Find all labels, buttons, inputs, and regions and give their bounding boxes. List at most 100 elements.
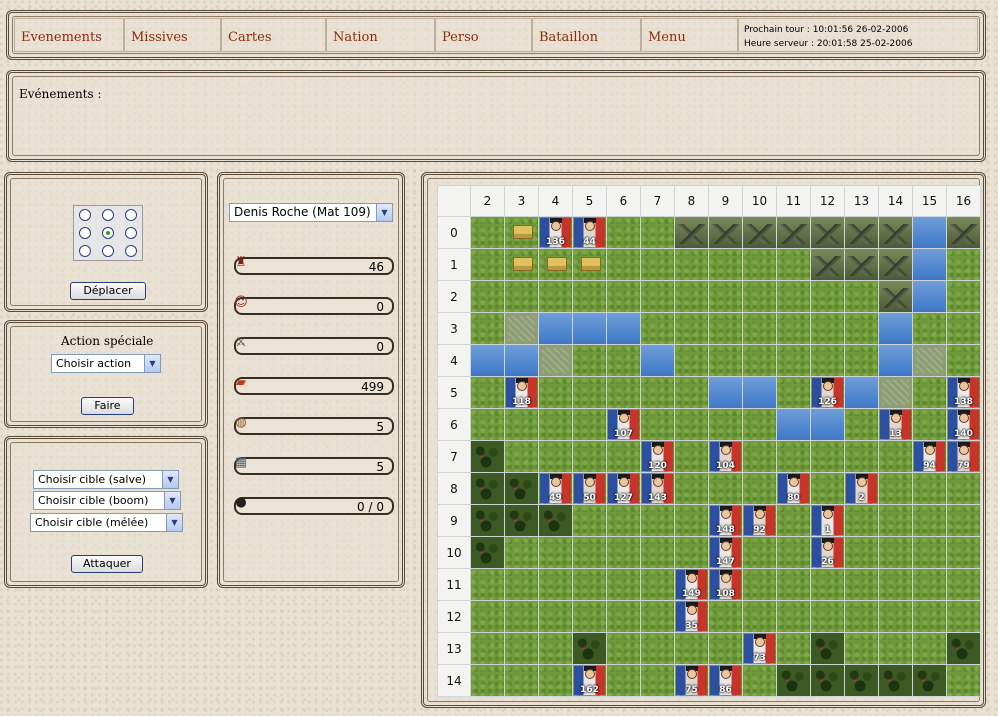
grass-tile[interactable] (845, 313, 878, 344)
grass-tile[interactable] (471, 665, 504, 696)
grass-tile[interactable] (913, 537, 946, 568)
grass-tile[interactable] (607, 537, 640, 568)
soldier-unit-icon[interactable]: 79 (948, 442, 979, 471)
grass-tile[interactable] (573, 377, 606, 408)
grass-tile[interactable] (471, 313, 504, 344)
grass-tile[interactable] (845, 345, 878, 376)
grass-tile[interactable] (607, 249, 640, 280)
grass-tile[interactable]: 86 (709, 665, 742, 696)
grass-tile[interactable] (947, 665, 980, 696)
grass-tile[interactable] (573, 601, 606, 632)
grass-tile[interactable] (505, 633, 538, 664)
menu-cartes[interactable]: Cartes (221, 18, 326, 52)
grass-tile[interactable] (743, 537, 776, 568)
grass-tile[interactable] (709, 409, 742, 440)
grass-tile[interactable] (913, 505, 946, 536)
soldier-unit-icon[interactable]: 50 (574, 474, 605, 503)
grass-tile[interactable] (913, 569, 946, 600)
soldier-unit-icon[interactable]: 92 (744, 506, 775, 535)
forest-tile[interactable] (505, 473, 538, 504)
grass-tile[interactable] (811, 441, 844, 472)
grass-tile[interactable]: 149 (675, 569, 708, 600)
mountain-tile[interactable] (675, 217, 708, 248)
grass-tile[interactable] (913, 377, 946, 408)
grass-tile[interactable] (811, 569, 844, 600)
fort-tile[interactable] (539, 249, 572, 280)
grass-tile[interactable] (777, 281, 810, 312)
direction-radio[interactable] (79, 245, 92, 257)
grass-tile[interactable] (607, 505, 640, 536)
grass-tile[interactable] (913, 409, 946, 440)
grass-tile[interactable] (947, 313, 980, 344)
grass-tile[interactable] (641, 281, 674, 312)
grass-tile[interactable] (947, 281, 980, 312)
target-boom-select[interactable]: Choisir cible (boom) ▼ (33, 491, 181, 510)
grass-tile[interactable]: 140 (947, 409, 980, 440)
grass-tile[interactable] (845, 569, 878, 600)
mountain-tile[interactable] (743, 217, 776, 248)
grass-tile[interactable] (573, 505, 606, 536)
grass-tile[interactable] (641, 313, 674, 344)
grass-tile[interactable] (641, 409, 674, 440)
forest-tile[interactable] (845, 665, 878, 696)
grass-tile[interactable]: 136 (539, 217, 572, 248)
soldier-unit-icon[interactable]: 73 (744, 634, 775, 663)
grass-tile[interactable] (743, 569, 776, 600)
mountain-tile[interactable] (845, 217, 878, 248)
grass-tile[interactable] (913, 473, 946, 504)
grass-tile[interactable] (607, 665, 640, 696)
target-salve-select[interactable]: Choisir cible (salve) ▼ (33, 470, 179, 489)
grass-tile[interactable] (709, 345, 742, 376)
grass-tile[interactable] (505, 601, 538, 632)
direction-radio[interactable] (101, 227, 114, 239)
grass-tile[interactable] (539, 601, 572, 632)
water-tile[interactable] (607, 313, 640, 344)
soldier-unit-icon[interactable]: 136 (540, 218, 571, 247)
grass-tile[interactable] (845, 537, 878, 568)
grass-tile[interactable] (505, 409, 538, 440)
grass-tile[interactable] (641, 665, 674, 696)
grass-tile[interactable]: 1 (811, 505, 844, 536)
grass-tile[interactable] (947, 345, 980, 376)
grass-tile[interactable] (913, 601, 946, 632)
soldier-unit-icon[interactable]: 127 (608, 474, 639, 503)
mountain-tile[interactable] (811, 249, 844, 280)
soldier-unit-icon[interactable]: 143 (642, 474, 673, 503)
character-select[interactable]: Denis Roche (Mat 109) ▼ (229, 203, 393, 222)
grass-tile[interactable] (641, 569, 674, 600)
direction-radio[interactable] (101, 245, 114, 257)
grass-tile[interactable] (709, 473, 742, 504)
soldier-unit-icon[interactable]: 75 (676, 666, 707, 695)
grass-tile[interactable] (471, 217, 504, 248)
grass-tile[interactable] (913, 633, 946, 664)
soldier-unit-icon[interactable]: 86 (710, 666, 741, 695)
grass-tile[interactable] (845, 409, 878, 440)
attack-button[interactable]: Attaquer (71, 555, 143, 573)
grass-tile[interactable] (539, 665, 572, 696)
grass-tile[interactable] (709, 601, 742, 632)
plain-tile[interactable] (539, 345, 572, 376)
grass-tile[interactable] (641, 377, 674, 408)
grass-tile[interactable] (709, 281, 742, 312)
grass-tile[interactable] (913, 313, 946, 344)
grass-tile[interactable] (743, 409, 776, 440)
grass-tile[interactable] (675, 409, 708, 440)
soldier-unit-icon[interactable]: 35 (676, 602, 707, 631)
grass-tile[interactable] (471, 281, 504, 312)
grass-tile[interactable]: 138 (947, 377, 980, 408)
grass-tile[interactable] (573, 441, 606, 472)
grass-tile[interactable] (777, 569, 810, 600)
grass-tile[interactable]: 162 (573, 665, 606, 696)
soldier-unit-icon[interactable]: 140 (948, 410, 979, 439)
soldier-unit-icon[interactable]: 1 (812, 506, 843, 535)
grass-tile[interactable] (539, 281, 572, 312)
grass-tile[interactable] (947, 537, 980, 568)
forest-tile[interactable] (471, 473, 504, 504)
forest-tile[interactable] (879, 665, 912, 696)
water-tile[interactable] (879, 313, 912, 344)
mountain-tile[interactable] (879, 281, 912, 312)
grass-tile[interactable] (743, 313, 776, 344)
grass-tile[interactable]: 73 (743, 633, 776, 664)
grass-tile[interactable] (709, 313, 742, 344)
grass-tile[interactable]: 143 (641, 473, 674, 504)
